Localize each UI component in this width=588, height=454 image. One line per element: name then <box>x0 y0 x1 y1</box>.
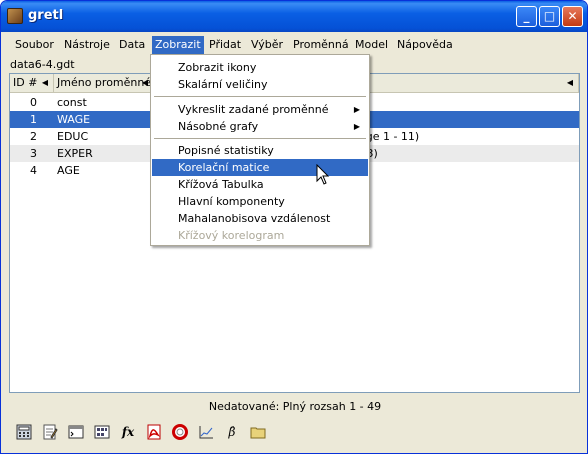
app-window: gretl _ □ ✕ Soubor Nástroje Data Zobrazi… <box>0 0 588 454</box>
row-name: AGE <box>57 164 80 177</box>
pdf-help-icon[interactable] <box>143 421 165 443</box>
sort-arrow-icon: ◀ <box>566 78 573 87</box>
menu-item-label: Zobrazit ikony <box>178 61 257 74</box>
mouse-cursor-icon <box>316 163 330 189</box>
menu-separator <box>154 96 366 97</box>
row-id: 3 <box>30 147 37 160</box>
menu-bar: Soubor Nástroje Data Zobrazit Přidat Výb… <box>1 34 587 55</box>
minimize-button[interactable]: _ <box>516 6 537 27</box>
gretl-app-icon <box>7 8 23 24</box>
menu-nastroje[interactable]: Nástroje <box>61 36 113 54</box>
menu-item-label: Mahalanobisova vzdálenost <box>178 212 331 225</box>
menu-item-krizovy-korelogram: Křížový korelogram <box>152 227 368 244</box>
graph-icon[interactable] <box>195 421 217 443</box>
console-icon[interactable] <box>65 421 87 443</box>
status-bar: Nedatované: Plný rozsah 1 - 49 <box>208 400 382 413</box>
row-id: 4 <box>30 164 37 177</box>
menu-item-popisne-statistiky[interactable]: Popisné statistiky <box>152 142 368 159</box>
window-title: gretl <box>28 8 64 23</box>
menu-separator <box>154 138 366 139</box>
row-name: EXPER <box>57 147 93 160</box>
beta-icon[interactable]: β̂ <box>221 421 243 443</box>
menu-napoveda[interactable]: Nápověda <box>394 36 456 54</box>
menu-item-zobrazit-ikony[interactable]: Zobrazit ikony <box>152 59 368 76</box>
row-id: 2 <box>30 130 37 143</box>
maximize-button[interactable]: □ <box>539 6 560 27</box>
menu-vyber[interactable]: Výběr <box>248 36 286 54</box>
menu-zobrazit[interactable]: Zobrazit <box>152 36 204 54</box>
folder-icon[interactable] <box>247 421 269 443</box>
menu-item-label: Násobné grafy <box>178 120 259 133</box>
menu-item-vykreslit[interactable]: Vykreslit zadané proměnné ▶ <box>152 101 368 118</box>
menu-item-label: Skalární veličiny <box>178 78 268 91</box>
close-button[interactable]: ✕ <box>562 6 583 27</box>
sort-arrow-icon: ◀ <box>41 78 48 87</box>
row-name: EDUC <box>57 130 89 143</box>
menu-promenna[interactable]: Proměnná <box>290 36 352 54</box>
menu-item-label: Křížový korelogram <box>178 229 285 242</box>
menu-item-label: Vykreslit zadané proměnné <box>178 103 329 116</box>
submenu-arrow-icon: ▶ <box>353 122 360 131</box>
menu-pridat[interactable]: Přidat <box>206 36 244 54</box>
column-header-name-label: Jméno proměnné <box>57 76 152 89</box>
menu-item-skalarni-veliciny[interactable]: Skalární veličiny <box>152 76 368 93</box>
row-name: WAGE <box>57 113 91 126</box>
menu-item-label: Křížová Tabulka <box>178 178 264 191</box>
row-id: 1 <box>30 113 37 126</box>
zobrazit-menu: Zobrazit ikony Skalární veličiny Vykresl… <box>150 54 370 246</box>
submenu-arrow-icon: ▶ <box>353 105 360 114</box>
menu-soubor[interactable]: Soubor <box>12 36 57 54</box>
row-id: 0 <box>30 96 37 109</box>
column-header-id[interactable]: ID # ◀ <box>10 74 54 93</box>
menu-item-korelacni-matice[interactable]: Korelační matice <box>152 159 368 176</box>
lifebuoy-icon[interactable] <box>169 421 191 443</box>
column-header-id-label: ID # <box>13 76 38 89</box>
menu-item-hlavni-komponenty[interactable]: Hlavní komponenty <box>152 193 368 210</box>
menu-item-nasobne-grafy[interactable]: Násobné grafy ▶ <box>152 118 368 135</box>
menu-item-label: Korelační matice <box>178 161 270 174</box>
session-icon[interactable] <box>91 421 113 443</box>
calculator-icon[interactable] <box>13 421 35 443</box>
notepad-icon[interactable] <box>39 421 61 443</box>
function-icon[interactable]: fx <box>117 421 139 443</box>
title-bar[interactable]: gretl _ □ ✕ <box>1 1 587 32</box>
menu-model[interactable]: Model <box>352 36 391 54</box>
column-header-name[interactable]: Jméno proměnné ◀ <box>54 74 154 93</box>
row-name: const <box>57 96 87 109</box>
menu-item-label: Hlavní komponenty <box>178 195 285 208</box>
menu-item-label: Popisné statistiky <box>178 144 274 157</box>
menu-item-mahalanobisova[interactable]: Mahalanobisova vzdálenost <box>152 210 368 227</box>
menu-item-krizova-tabulka[interactable]: Křížová Tabulka <box>152 176 368 193</box>
dataset-filename: data6-4.gdt <box>10 58 75 71</box>
sort-arrow-icon: ◀ <box>141 78 148 87</box>
menu-data[interactable]: Data <box>116 36 148 54</box>
